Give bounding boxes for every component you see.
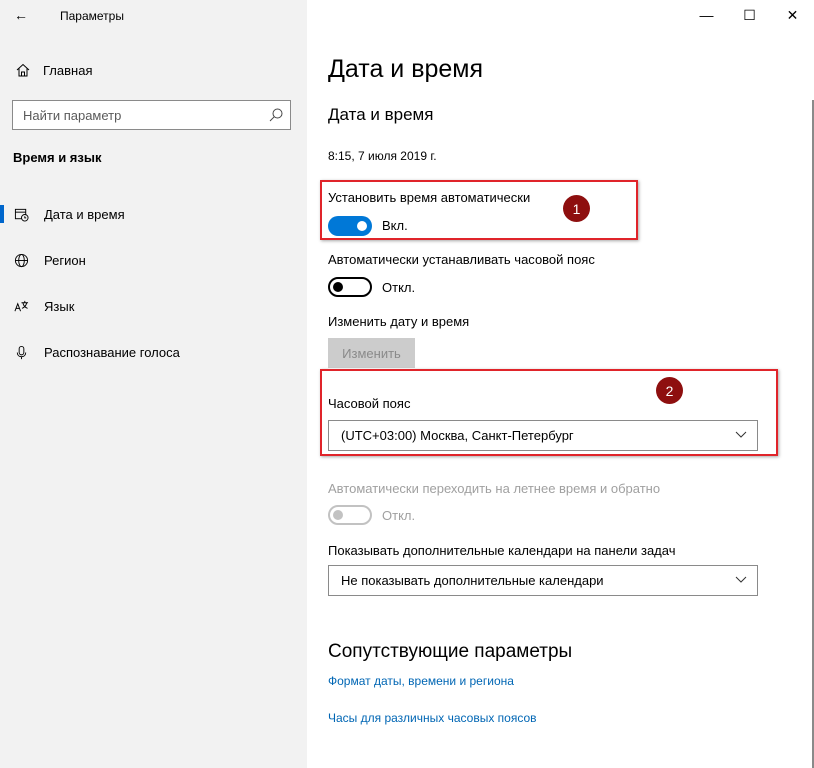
related-settings-title: Сопутствующие параметры bbox=[328, 641, 573, 662]
auto-timezone-state: Откл. bbox=[382, 280, 416, 295]
change-button[interactable]: Изменить bbox=[328, 338, 415, 368]
annotation-badge-1: 1 bbox=[563, 195, 590, 222]
search-box[interactable] bbox=[12, 100, 291, 130]
sidebar-item-language[interactable]: Язык bbox=[0, 287, 307, 325]
section-label: Время и язык bbox=[13, 150, 102, 165]
dst-toggle[interactable] bbox=[328, 505, 372, 525]
page-title: Дата и время bbox=[328, 55, 484, 83]
sidebar-item-date-time[interactable]: Дата и время bbox=[0, 195, 307, 233]
dst-state: Откл. bbox=[382, 508, 416, 523]
additional-clocks-link[interactable]: Часы для различных часовых поясов bbox=[328, 711, 537, 725]
microphone-icon bbox=[13, 344, 29, 360]
current-date-time: 8:15, 7 июля 2019 г. bbox=[328, 149, 437, 163]
globe-icon bbox=[13, 252, 29, 268]
home-icon bbox=[16, 63, 30, 77]
maximize-icon[interactable]: ☐ bbox=[728, 0, 771, 30]
sidebar-item-speech[interactable]: Распознавание голоса bbox=[0, 333, 307, 371]
annotation-box-1 bbox=[320, 180, 638, 240]
calendar-clock-icon bbox=[13, 206, 29, 222]
sidebar-item-region[interactable]: Регион bbox=[0, 241, 307, 279]
annotation-badge-2: 2 bbox=[656, 377, 683, 404]
sidebar-item-label: Дата и время bbox=[44, 206, 125, 222]
home-nav-item[interactable]: Главная bbox=[16, 60, 92, 80]
active-indicator bbox=[0, 205, 4, 223]
title-bar: ← Параметры bbox=[0, 0, 307, 32]
calendars-label: Показывать дополнительные календари на п… bbox=[328, 543, 676, 558]
auto-timezone-toggle[interactable] bbox=[328, 277, 372, 297]
search-icon[interactable] bbox=[268, 107, 284, 123]
search-input[interactable] bbox=[13, 101, 253, 129]
annotation-box-2 bbox=[320, 369, 778, 456]
minimize-icon[interactable]: — bbox=[685, 0, 728, 30]
sidebar-item-label: Язык bbox=[44, 298, 75, 314]
dst-label: Автоматически переходить на летнее время… bbox=[328, 481, 661, 496]
calendars-value: Не показывать дополнительные календари bbox=[341, 573, 604, 588]
calendars-dropdown[interactable]: Не показывать дополнительные календари bbox=[328, 565, 758, 596]
window-controls: — ☐ ✕ bbox=[685, 0, 814, 32]
app-title: Параметры bbox=[60, 9, 124, 23]
back-arrow-icon[interactable]: ← bbox=[10, 5, 32, 25]
region-format-link[interactable]: Формат даты, времени и региона bbox=[328, 674, 514, 688]
auto-timezone-label: Автоматически устанавливать часовой пояс bbox=[328, 252, 595, 267]
change-datetime-label: Изменить дату и время bbox=[328, 314, 470, 329]
close-icon[interactable]: ✕ bbox=[771, 0, 814, 30]
chevron-down-icon bbox=[735, 576, 747, 583]
sidebar-item-label: Регион bbox=[44, 252, 86, 268]
home-label: Главная bbox=[43, 62, 93, 78]
sidebar-item-label: Распознавание голоса bbox=[44, 344, 180, 360]
section-title: Дата и время bbox=[328, 105, 434, 124]
sidebar: ← Параметры Главная Время и язык Дата и … bbox=[0, 0, 307, 768]
language-icon bbox=[13, 298, 29, 314]
